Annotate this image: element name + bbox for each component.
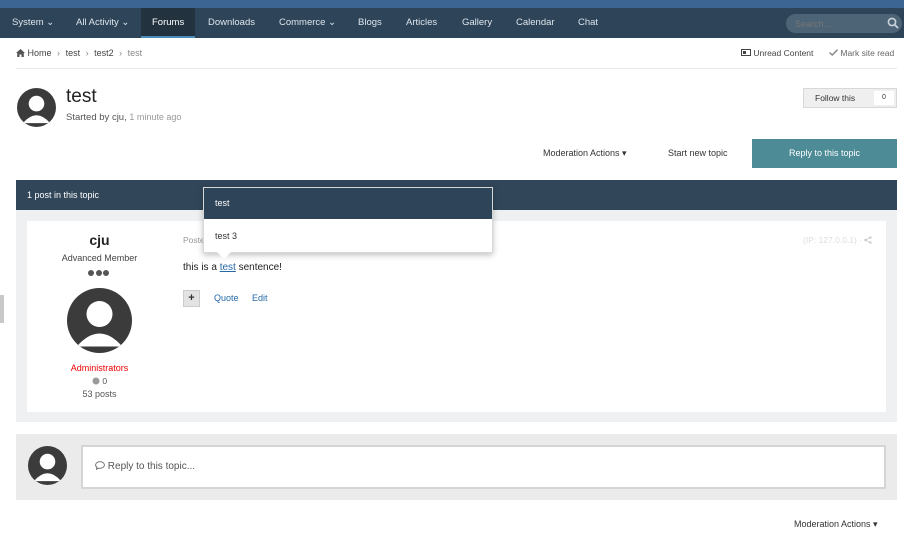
home-icon	[16, 49, 25, 57]
page-title: test	[66, 86, 97, 107]
breadcrumb-item-test2[interactable]: test2	[94, 48, 114, 58]
nav-item-articles[interactable]: Articles	[395, 8, 448, 38]
nav-item-all-activity[interactable]: All Activity ⌄	[65, 8, 140, 38]
post-author-name[interactable]: cju	[27, 232, 172, 248]
breadcrumb-separator: ›	[57, 48, 61, 58]
post-author-rank: Advanced Member	[61, 253, 138, 263]
follow-label: Follow this	[815, 93, 856, 103]
dropdown-item-test[interactable]: test	[204, 188, 492, 219]
started-by-text: Started by cju,	[66, 112, 127, 123]
search-input[interactable]	[786, 14, 886, 33]
post-author-group: Administrators	[70, 363, 129, 373]
follow-button[interactable]: Follow this 0	[803, 88, 897, 108]
posted-timestamp: Poste	[183, 235, 205, 245]
reply-placeholder: Reply to this topic...	[107, 461, 196, 472]
nav-item-gallery[interactable]: Gallery	[451, 8, 503, 38]
edit-button[interactable]: Edit	[252, 293, 268, 303]
post-author-avatar[interactable]	[67, 288, 132, 353]
post-text-before: this is a	[183, 262, 220, 273]
unread-content-link[interactable]: Unread Content	[741, 48, 813, 58]
reputation-badge: 0	[27, 376, 172, 386]
nav-item-calendar[interactable]: Calendar	[505, 8, 566, 38]
follower-count-badge: 0	[874, 91, 894, 105]
post-inline-link[interactable]: test	[220, 262, 236, 273]
mark-site-read-link[interactable]: Mark site read	[828, 48, 895, 58]
default-user-icon	[76, 301, 123, 347]
moderation-actions-bottom-button[interactable]: Moderation Actions ▾	[794, 519, 878, 530]
default-user-icon	[33, 453, 62, 482]
nav-item-chat[interactable]: Chat	[567, 8, 609, 38]
nav-item-blogs[interactable]: Blogs	[347, 8, 393, 38]
checkmark-icon	[828, 49, 839, 57]
post-author-post-count: 53 posts	[82, 389, 117, 399]
topic-time: 1 minute ago	[129, 112, 182, 122]
moderation-actions-button[interactable]: Moderation Actions ▾	[543, 148, 627, 159]
reply-editor-input[interactable]: Reply to this topic...	[81, 445, 886, 489]
ip-text: (IP: 127.0.0.1) ·	[803, 235, 865, 245]
main-navbar: System ⌄ All Activity ⌄ Forums Downloads…	[0, 8, 904, 38]
post-ip-address: (IP: 127.0.0.1) ·	[803, 235, 873, 245]
side-scroll-marker	[0, 295, 4, 323]
start-new-topic-button[interactable]: Start new topic	[668, 148, 728, 158]
unread-icon	[741, 49, 751, 56]
nav-item-forums[interactable]: Forums	[141, 8, 196, 38]
reputation-icon	[92, 377, 100, 385]
nav-item-commerce[interactable]: Commerce ⌄	[268, 8, 347, 38]
nav-item-downloads[interactable]: Downloads	[197, 8, 266, 38]
quote-button[interactable]: Quote	[214, 293, 239, 303]
breadcrumb: Home › test › test2 › test	[16, 48, 145, 58]
breadcrumb-separator: ›	[119, 48, 123, 58]
breadcrumb-home[interactable]: Home	[28, 48, 52, 58]
default-user-icon	[22, 95, 51, 124]
topic-meta: Started by cju, 1 minute ago	[66, 112, 181, 123]
divider	[16, 68, 897, 69]
breadcrumb-current: test	[127, 48, 143, 58]
share-icon[interactable]	[864, 236, 873, 244]
breadcrumb-item-test[interactable]: test	[66, 48, 81, 58]
link-hovercard-dropdown: test test 3	[203, 187, 493, 253]
unread-content-label: Unread Content	[753, 48, 814, 58]
rank-pips-icon	[88, 268, 112, 276]
reputation-value: 0	[102, 376, 108, 386]
multiquote-button[interactable]: +	[183, 290, 200, 307]
reply-to-topic-button[interactable]: Reply to this topic	[752, 139, 897, 168]
nav-item-system[interactable]: System ⌄	[1, 8, 65, 38]
comment-icon	[95, 461, 105, 471]
post-body: this is a test sentence!	[183, 262, 282, 273]
mark-site-read-label: Mark site read	[840, 48, 895, 58]
breadcrumb-separator: ›	[85, 48, 89, 58]
topic-author-avatar[interactable]	[17, 88, 56, 127]
search-icon[interactable]	[887, 17, 899, 29]
search-box	[786, 14, 902, 33]
current-user-avatar	[28, 446, 67, 485]
post-text-after: sentence!	[235, 262, 282, 273]
dropdown-item-test-3[interactable]: test 3	[204, 221, 492, 252]
dropdown-pointer	[217, 252, 231, 259]
top-accent-strip	[0, 0, 904, 8]
